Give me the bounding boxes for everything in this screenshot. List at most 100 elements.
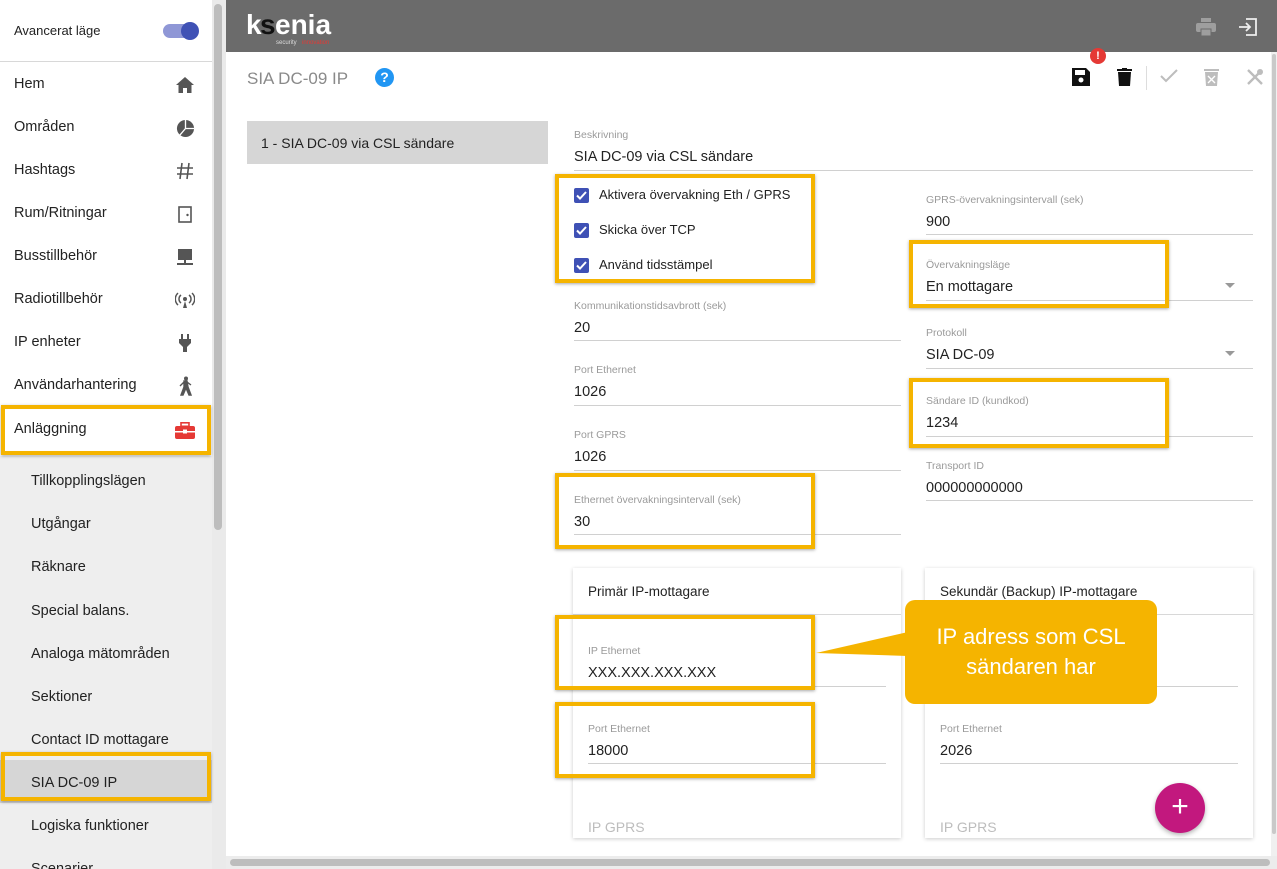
sidebar-item-label: Områden — [14, 119, 75, 135]
description-value: SIA DC-09 via CSL sändare — [574, 149, 754, 165]
logout-icon[interactable] — [1238, 18, 1258, 41]
field-value: 1026 — [574, 384, 607, 400]
submenu-item-utgangar[interactable]: Utgångar — [0, 501, 212, 544]
secondary-ip-gprs-field[interactable]: IP GPRS — [940, 819, 1140, 833]
submenu-item-label: Analoga mätområden — [31, 646, 170, 662]
door-icon — [174, 203, 196, 225]
submenu-item-analoga-matomraden[interactable]: Analoga mätområden — [0, 631, 212, 674]
field-label: Ethernet övervakningsintervall (sek) — [574, 494, 741, 506]
secondary-receiver-title: Sekundär (Backup) IP-mottagare — [940, 584, 1138, 599]
field-underline — [926, 436, 1253, 437]
sidebar-item-label: Anläggning — [14, 421, 87, 437]
home-icon — [174, 74, 196, 96]
primary-ip-gprs-field[interactable]: IP GPRS — [588, 819, 886, 833]
print-icon[interactable] — [1196, 18, 1216, 41]
sidebar-item-hem[interactable]: Hem — [0, 63, 212, 106]
protocol-select[interactable]: Protokoll SIA DC-09 — [926, 327, 1253, 369]
comm-timeout-field[interactable]: Kommunikationstidsavbrott (sek) 20 — [574, 300, 901, 342]
advanced-mode-label: Avancerat läge — [14, 23, 101, 38]
add-button[interactable]: + — [1155, 783, 1205, 833]
submenu-item-label: Logiska funktioner — [31, 818, 149, 834]
secondary-port-ethernet-field[interactable]: Port Ethernet 2026 — [940, 723, 1238, 765]
callout-line-1: IP adress som CSL — [936, 624, 1126, 649]
gprs-interval-field[interactable]: GPRS-övervakningsintervall (sek) 900 — [926, 194, 1253, 236]
submenu-item-label: Sektioner — [31, 689, 93, 705]
tools-icon[interactable] — [1246, 68, 1266, 88]
sidebar-item-hashtags[interactable]: Hashtags — [0, 149, 212, 192]
sender-id-field[interactable]: Sändare ID (kundkod) 1234 — [926, 395, 1253, 437]
list-item-label: 1 - SIA DC-09 via CSL sändare — [261, 135, 455, 151]
submenu-item-sektioner[interactable]: Sektioner — [0, 674, 212, 717]
submenu-item-scenarier[interactable]: Scenarier — [0, 846, 212, 869]
sidebar-item-ip-enheter[interactable]: IP enheter — [0, 321, 212, 364]
submenu-item-sia-dc09-ip[interactable]: SIA DC-09 IP — [0, 760, 212, 803]
field-value: 000000000000 — [926, 480, 1023, 496]
bus-device-icon — [174, 246, 196, 268]
top-bar: k s enia security innovation — [226, 0, 1277, 52]
submenu-item-raknare[interactable]: Räknare — [0, 544, 212, 587]
submenu-item-tillkopplingslagen[interactable]: Tillkopplingslägen — [0, 458, 212, 501]
field-underline — [926, 500, 1253, 501]
checkbox-label: Skicka över TCP — [599, 222, 696, 237]
sidebar-item-anvandarhantering[interactable]: Användarhantering — [0, 364, 212, 407]
transport-id-field[interactable]: Transport ID 000000000000 — [926, 460, 1253, 502]
field-value: 18000 — [588, 743, 629, 759]
field-underline — [588, 763, 886, 764]
submenu-item-label: Räknare — [31, 559, 86, 575]
plug-icon — [174, 332, 196, 354]
checkbox-label: Aktivera övervakning Eth / GPRS — [599, 187, 791, 202]
svg-text:innovation: innovation — [302, 40, 329, 46]
submenu-item-label: Scenarier — [31, 861, 94, 869]
delete-disabled-icon[interactable] — [1204, 68, 1224, 88]
page-title: SIA DC-09 IP — [247, 69, 349, 88]
sidebar-item-label: Användarhantering — [14, 377, 137, 393]
checkbox-checked-icon[interactable] — [574, 258, 589, 273]
sidebar-item-label: Rum/Ritningar — [14, 205, 107, 221]
field-label: Protokoll — [926, 327, 967, 339]
svg-text:s: s — [260, 9, 276, 40]
delete-icon[interactable] — [1117, 68, 1137, 88]
annotation-callout: IP adress som CSL sändaren har — [905, 600, 1157, 704]
checkbox-checked-icon[interactable] — [574, 188, 589, 203]
help-icon[interactable]: ? — [375, 68, 394, 87]
chevron-down-icon — [1225, 351, 1235, 356]
horizontal-scrollbar-thumb[interactable] — [230, 859, 1270, 866]
monitoring-mode-select[interactable]: Övervakningsläge En mottagare — [926, 259, 1253, 301]
list-item[interactable]: 1 - SIA DC-09 via CSL sändare — [247, 121, 548, 164]
advanced-mode-row: Avancerat läge — [0, 0, 212, 62]
check-icon[interactable] — [1160, 68, 1180, 88]
checkbox-label: Använd tidsstämpel — [599, 257, 713, 272]
field-label: Transport ID — [926, 460, 984, 472]
main-scrollbar-thumb[interactable] — [1272, 54, 1276, 834]
submenu-item-label: SIA DC-09 IP — [31, 775, 118, 791]
field-underline — [940, 763, 1238, 764]
sidebar-scrollbar-thumb[interactable] — [214, 4, 222, 530]
field-value: 1234 — [926, 415, 959, 431]
toolbox-icon — [174, 419, 196, 441]
sidebar: Avancerat läge Hem Områden Hashtags Rum/… — [0, 0, 212, 869]
port-ethernet-field[interactable]: Port Ethernet 1026 — [574, 364, 901, 406]
submenu-item-special-balans[interactable]: Special balans. — [0, 588, 212, 631]
primary-port-ethernet-field[interactable]: Port Ethernet 18000 — [588, 723, 886, 765]
submenu-item-label: Utgångar — [31, 516, 91, 532]
submenu-item-logiska-funktioner[interactable]: Logiska funktioner — [0, 803, 212, 846]
sidebar-item-rum-ritningar[interactable]: Rum/Ritningar — [0, 192, 212, 235]
eth-interval-field[interactable]: Ethernet övervakningsintervall (sek) 30 — [574, 494, 901, 536]
sidebar-item-label: Hashtags — [14, 162, 76, 178]
field-value: 900 — [926, 214, 951, 230]
sidebar-item-radiotillbehor[interactable]: Radiotillbehör — [0, 278, 212, 321]
advanced-mode-toggle-knob[interactable] — [181, 22, 199, 40]
save-icon[interactable] — [1072, 68, 1092, 88]
field-underline — [574, 340, 901, 341]
checkbox-checked-icon[interactable] — [574, 223, 589, 238]
sidebar-item-anlaggning[interactable]: Anläggning — [0, 408, 212, 451]
sidebar-item-busstillbehor[interactable]: Busstillbehör — [0, 235, 212, 278]
chevron-down-icon — [1225, 283, 1235, 288]
hashtag-icon — [174, 160, 196, 182]
description-field[interactable]: Beskrivning SIA DC-09 via CSL sändare — [574, 129, 1253, 171]
field-underline — [574, 170, 1253, 171]
field-value: 2026 — [940, 743, 973, 759]
port-gprs-field[interactable]: Port GPRS 1026 — [574, 429, 901, 471]
sidebar-item-omraden[interactable]: Områden — [0, 106, 212, 149]
submenu-item-contact-id-mottagare[interactable]: Contact ID mottagare — [0, 717, 212, 760]
